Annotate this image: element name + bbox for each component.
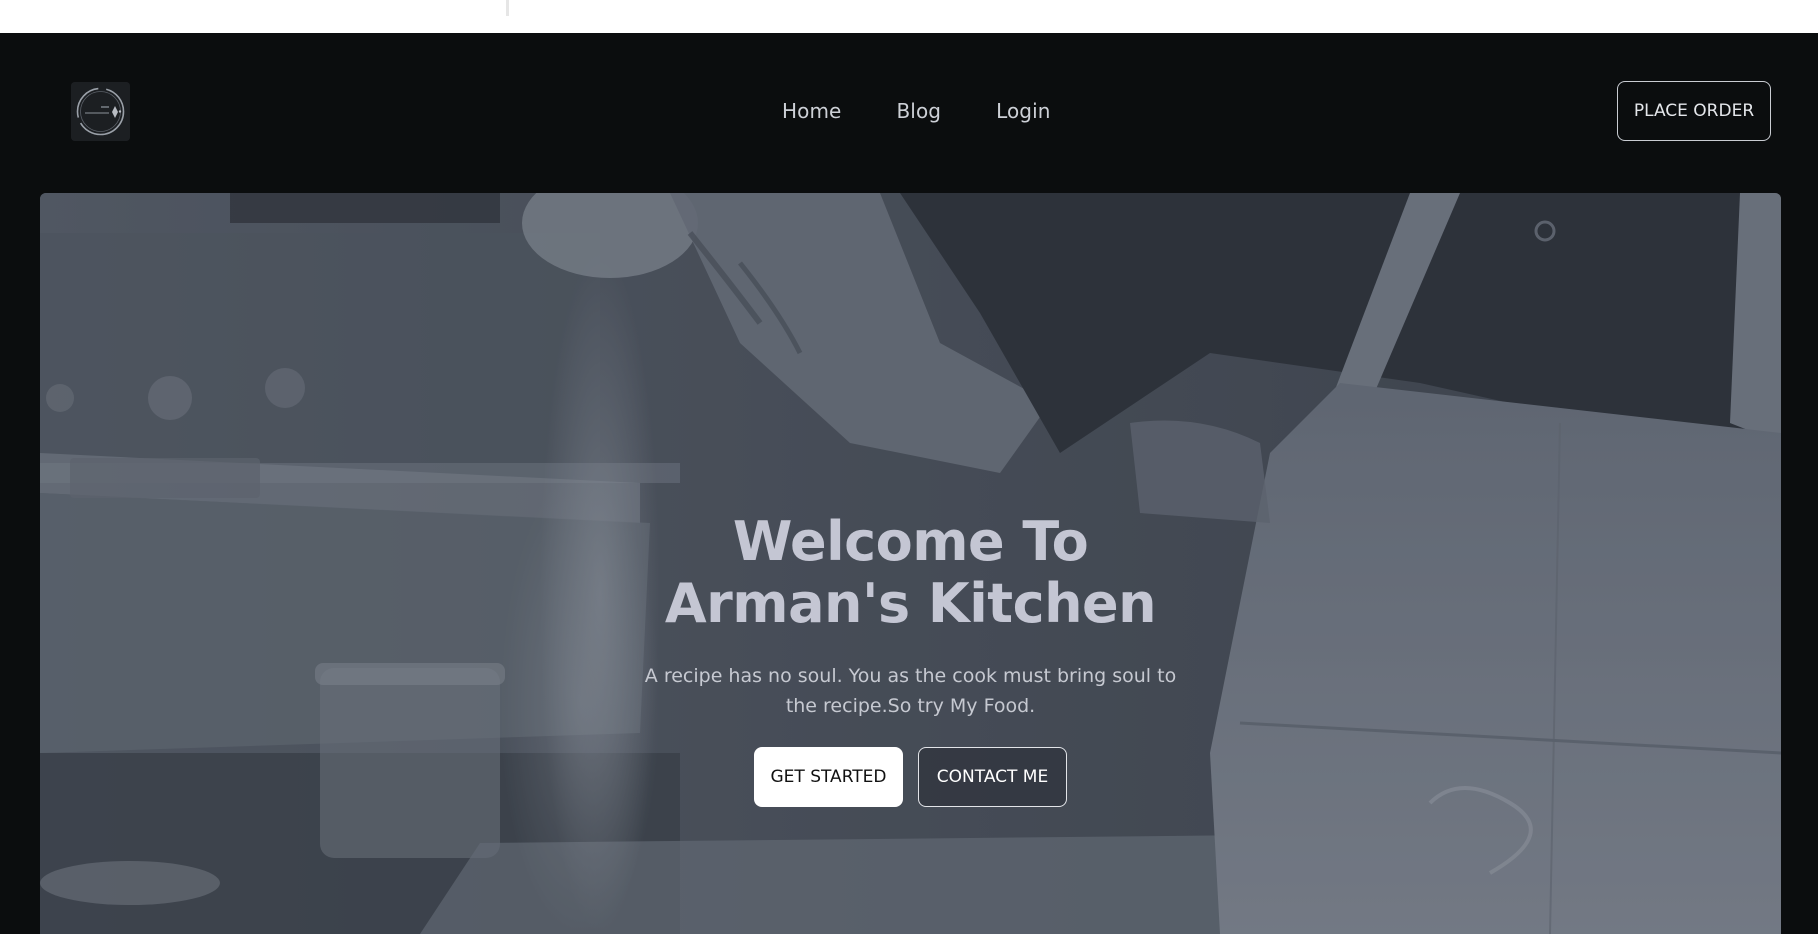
hero-section: Welcome To Arman's Kitchen A recipe has …: [40, 193, 1781, 934]
nav-link-login[interactable]: Login: [996, 99, 1050, 123]
browser-top-strip: [0, 0, 1818, 33]
hero-subtitle: A recipe has no soul. You as the cook mu…: [644, 665, 1177, 717]
hero-buttons: GET STARTED CONTACT ME: [754, 747, 1067, 807]
get-started-button[interactable]: GET STARTED: [754, 747, 903, 807]
nav-link-blog[interactable]: Blog: [896, 99, 941, 123]
nav-link-home[interactable]: Home: [782, 99, 841, 123]
main-nav: Home Blog Login: [782, 99, 1051, 123]
contact-me-button[interactable]: CONTACT ME: [918, 747, 1067, 807]
kitchen-logo-icon[interactable]: [71, 82, 130, 141]
place-order-button[interactable]: PLACE ORDER: [1617, 81, 1771, 141]
hero-content: Welcome To Arman's Kitchen A recipe has …: [40, 511, 1781, 807]
hero-title: Welcome To Arman's Kitchen: [631, 511, 1191, 635]
navbar: Home Blog Login PLACE ORDER: [0, 33, 1818, 189]
hero-title-line-2: Arman's Kitchen: [664, 572, 1157, 635]
top-strip-divider: [506, 0, 509, 16]
hero-title-line-1: Welcome To: [732, 510, 1089, 573]
page: Home Blog Login PLACE ORDER Welcome To A…: [0, 33, 1818, 934]
